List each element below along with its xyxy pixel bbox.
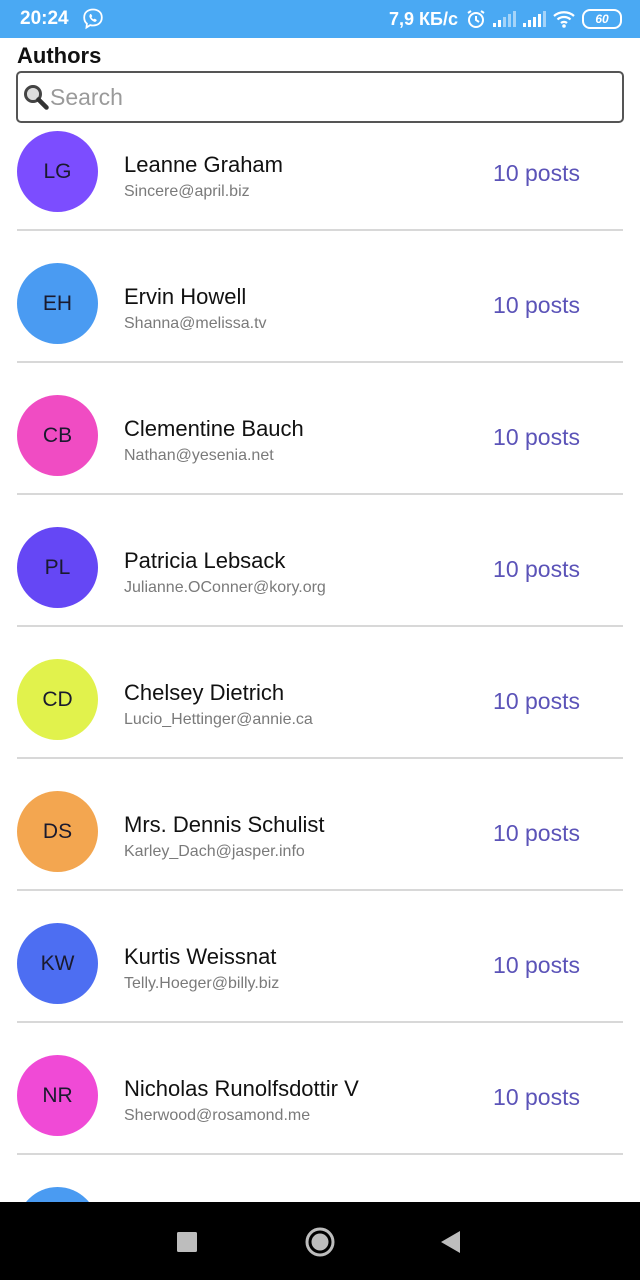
avatar <box>17 1187 98 1202</box>
alarm-icon <box>467 10 485 28</box>
posts-count-link[interactable]: 10 posts <box>493 820 580 847</box>
signal-icon <box>493 11 516 27</box>
avatar: EH <box>17 263 98 344</box>
author-email: Julianne.OConner@kory.org <box>124 579 326 596</box>
avatar: CB <box>17 395 98 476</box>
navigation-bar <box>0 1202 640 1280</box>
author-row[interactable] <box>0 1182 640 1202</box>
author-name: Ervin Howell <box>124 284 247 309</box>
search-icon <box>24 85 49 110</box>
author-email: Sherwood@rosamond.me <box>124 1107 311 1124</box>
divider <box>17 493 623 495</box>
author-row[interactable]: NR Nicholas Runolfsdottir V Sherwood@ros… <box>0 1050 640 1182</box>
divider <box>17 889 623 891</box>
author-name: Kurtis Weissnat <box>124 944 277 969</box>
search-box[interactable] <box>16 71 624 123</box>
author-name: Clementine Bauch <box>124 416 304 441</box>
divider <box>17 229 623 231</box>
author-name: Chelsey Dietrich <box>124 680 285 705</box>
author-row[interactable]: DS Mrs. Dennis Schulist Karley_Dach@jasp… <box>0 786 640 918</box>
author-email: Sincere@april.biz <box>124 183 250 200</box>
author-row[interactable]: EH Ervin Howell Shanna@melissa.tv 10 pos… <box>0 258 640 390</box>
wifi-icon <box>553 11 575 28</box>
author-email: Nathan@yesenia.net <box>124 447 274 464</box>
avatar: NR <box>17 1055 98 1136</box>
author-email: Telly.Hoeger@billy.biz <box>124 975 280 992</box>
battery-icon: 60 <box>582 9 622 29</box>
back-triangle-icon[interactable] <box>437 1228 465 1256</box>
signal-icon <box>523 11 546 27</box>
avatar: PL <box>17 527 98 608</box>
page-title: Authors <box>17 43 102 68</box>
author-email: Lucio_Hettinger@annie.ca <box>124 711 313 728</box>
network-speed: 7,9 КБ/с <box>389 8 458 29</box>
author-row[interactable]: LG Leanne Graham Sincere@april.biz 10 po… <box>0 126 640 258</box>
author-row[interactable]: CB Clementine Bauch Nathan@yesenia.net 1… <box>0 390 640 522</box>
author-name: Nicholas Runolfsdottir V <box>124 1076 359 1101</box>
avatar: LG <box>17 131 98 212</box>
author-email: Karley_Dach@jasper.info <box>124 843 305 860</box>
authors-list[interactable]: LG Leanne Graham Sincere@april.biz 10 po… <box>0 126 640 1202</box>
divider <box>17 1153 623 1155</box>
recents-square-icon[interactable] <box>173 1228 201 1256</box>
posts-count-link[interactable]: 10 posts <box>493 952 580 979</box>
author-row[interactable]: KW Kurtis Weissnat Telly.Hoeger@billy.bi… <box>0 918 640 1050</box>
posts-count-link[interactable]: 10 posts <box>493 688 580 715</box>
divider <box>17 361 623 363</box>
divider <box>17 1021 623 1023</box>
posts-count-link[interactable]: 10 posts <box>493 160 580 187</box>
avatar: KW <box>17 923 98 1004</box>
status-bar: 20:24 7,9 КБ/с 60 <box>0 0 640 38</box>
divider <box>17 757 623 759</box>
avatar: DS <box>17 791 98 872</box>
posts-count-link[interactable]: 10 posts <box>493 424 580 451</box>
viber-icon <box>83 8 103 30</box>
posts-count-link[interactable]: 10 posts <box>493 1084 580 1111</box>
avatar: CD <box>17 659 98 740</box>
divider <box>17 625 623 627</box>
posts-count-link[interactable]: 10 posts <box>493 556 580 583</box>
author-name: Leanne Graham <box>124 152 283 177</box>
status-indicators: 7,9 КБ/с 60 <box>389 7 622 31</box>
status-time: 20:24 <box>20 8 69 29</box>
home-circle-icon[interactable] <box>304 1226 336 1258</box>
author-name: Patricia Lebsack <box>124 548 286 573</box>
author-row[interactable]: PL Patricia Lebsack Julianne.OConner@kor… <box>0 522 640 654</box>
search-input[interactable] <box>50 79 610 115</box>
author-row[interactable]: CD Chelsey Dietrich Lucio_Hettinger@anni… <box>0 654 640 786</box>
author-name: Mrs. Dennis Schulist <box>124 812 325 837</box>
posts-count-link[interactable]: 10 posts <box>493 292 580 319</box>
author-email: Shanna@melissa.tv <box>124 315 267 332</box>
